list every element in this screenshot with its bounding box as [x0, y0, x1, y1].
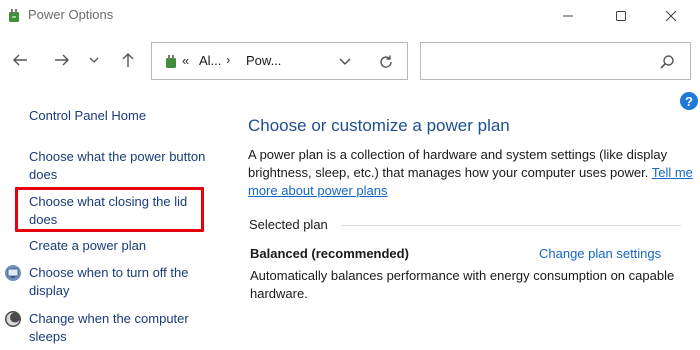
up-button[interactable] — [116, 47, 140, 73]
chevron-down-icon — [89, 57, 99, 63]
close-button[interactable] — [648, 0, 694, 32]
search-box[interactable] — [420, 42, 691, 80]
hidden-crumbs-chevron[interactable]: « — [182, 53, 189, 68]
chevron-down-icon — [339, 58, 351, 65]
breadcrumb-separator[interactable]: › — [226, 52, 230, 67]
arrow-up-icon — [122, 53, 134, 67]
minimize-icon — [563, 15, 573, 17]
help-icon[interactable]: ? — [680, 92, 698, 110]
title-bar: Power Options — [0, 0, 700, 32]
control-panel-home-link[interactable]: Control Panel Home — [29, 107, 219, 125]
display-settings-icon — [5, 265, 21, 281]
arrow-left-icon — [13, 54, 27, 66]
change-plan-settings-link[interactable]: Change plan settings — [539, 246, 661, 261]
window-title: Power Options — [28, 7, 114, 22]
address-dropdown-button[interactable] — [337, 55, 353, 69]
selected-plan-divider — [341, 225, 681, 226]
forward-button[interactable] — [50, 47, 74, 73]
arrow-right-icon — [55, 54, 69, 66]
search-icon[interactable] — [659, 54, 675, 70]
turn-off-display-link[interactable]: Choose when to turn off the display — [29, 264, 209, 300]
search-input[interactable] — [427, 49, 647, 73]
selected-plan-label: Selected plan — [249, 217, 328, 232]
page-description: A power plan is a collection of hardware… — [248, 146, 693, 200]
back-button[interactable] — [8, 47, 32, 73]
power-button-link[interactable]: Choose what the power button does — [29, 148, 219, 184]
create-power-plan-link[interactable]: Create a power plan — [29, 237, 219, 255]
breadcrumb-power-options[interactable]: Pow... — [246, 53, 281, 68]
maximize-icon — [616, 11, 626, 21]
sleep-moon-icon — [5, 311, 21, 327]
breadcrumb-all-items[interactable]: Al... — [199, 53, 221, 68]
page-title: Choose or customize a power plan — [248, 116, 510, 135]
plan-name: Balanced (recommended) — [250, 246, 409, 261]
refresh-button[interactable] — [377, 53, 395, 71]
description-text: A power plan is a collection of hardware… — [248, 147, 668, 180]
closing-lid-link[interactable]: Choose what closing the lid does — [29, 193, 199, 229]
power-options-icon — [166, 55, 176, 68]
maximize-button[interactable] — [598, 0, 644, 32]
close-icon — [665, 10, 677, 22]
address-bar[interactable]: « Al... › Pow... — [151, 42, 408, 80]
refresh-icon — [380, 55, 392, 68]
minimize-button[interactable] — [545, 0, 591, 32]
computer-sleeps-link[interactable]: Change when the computer sleeps — [29, 310, 209, 346]
power-options-icon — [9, 9, 19, 22]
plan-description: Automatically balances performance with … — [250, 268, 675, 301]
recent-locations-button[interactable] — [84, 47, 104, 73]
